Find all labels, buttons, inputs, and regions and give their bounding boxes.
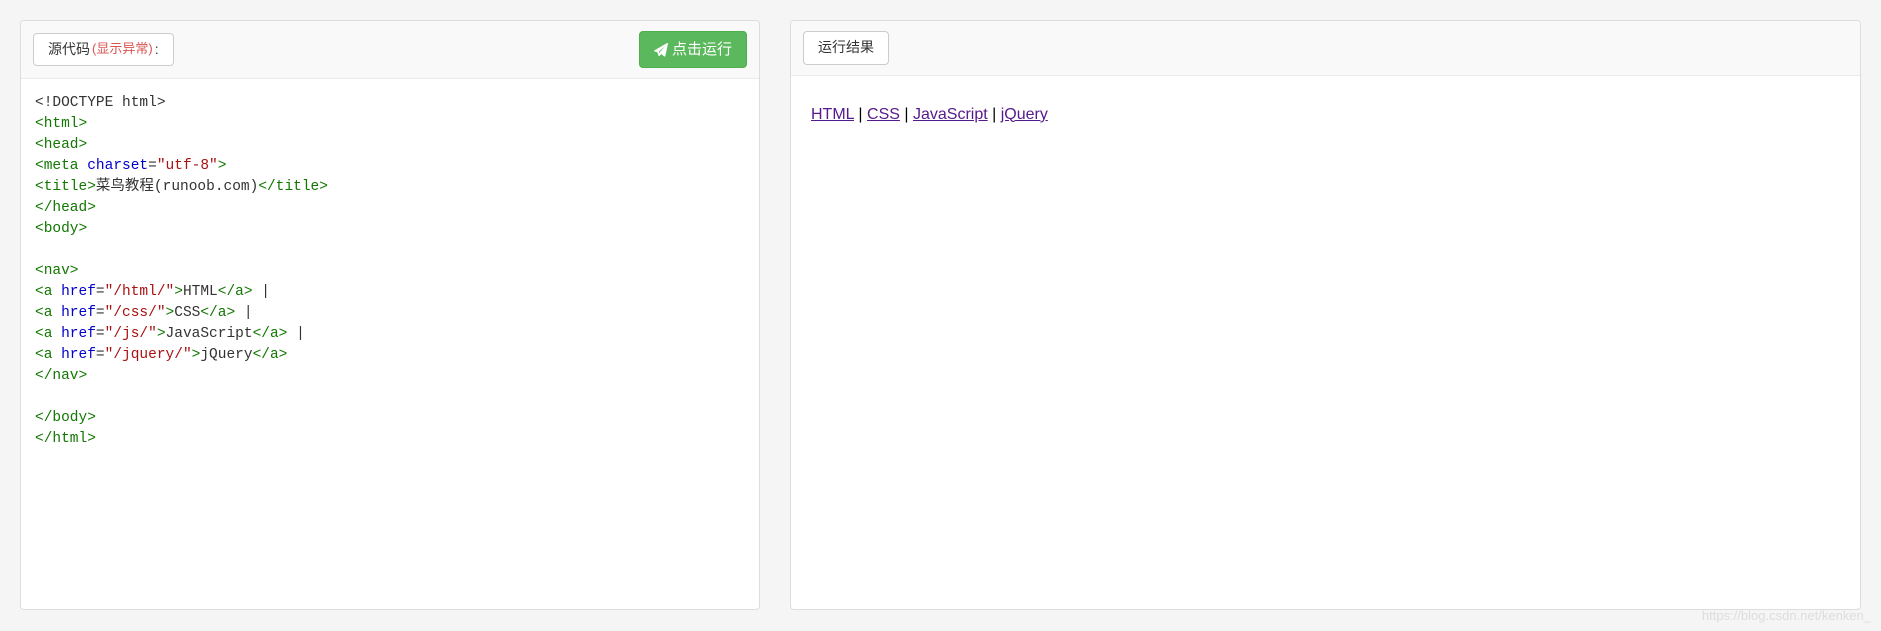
watermark: https://blog.csdn.net/kenken_: [1702, 608, 1871, 623]
source-label-prefix: 源代码: [48, 40, 90, 60]
code-line: </body>: [35, 408, 745, 429]
nav-link-jquery[interactable]: jQuery: [1001, 106, 1048, 123]
source-label-toggle: (显示异常): [92, 40, 153, 58]
code-line: [35, 387, 745, 408]
result-label: 运行结果: [818, 38, 874, 58]
code-line: </nav>: [35, 366, 745, 387]
run-button[interactable]: 点击运行: [639, 31, 747, 68]
result-output: HTML | CSS | JavaScript | jQuery: [791, 76, 1860, 154]
code-line: <body>: [35, 219, 745, 240]
source-panel-header: 源代码 (显示异常): 点击运行: [21, 21, 759, 79]
paper-plane-icon: [654, 43, 668, 57]
code-line: <meta charset="utf-8">: [35, 156, 745, 177]
code-line: [35, 240, 745, 261]
code-line: </html>: [35, 429, 745, 450]
code-editor[interactable]: <!DOCTYPE html><html><head><meta charset…: [21, 79, 759, 464]
code-line: <title>菜鸟教程(runoob.com)</title>: [35, 177, 745, 198]
nav-separator: |: [854, 106, 867, 123]
nav-separator: |: [900, 106, 913, 123]
code-line: <a href="/html/">HTML</a> |: [35, 282, 745, 303]
nav-link-html[interactable]: HTML: [811, 106, 854, 123]
code-line: <head>: [35, 135, 745, 156]
source-label-button[interactable]: 源代码 (显示异常):: [33, 33, 174, 67]
code-line: <nav>: [35, 261, 745, 282]
code-line: <html>: [35, 114, 745, 135]
nav-separator: |: [988, 106, 1001, 123]
run-button-label: 点击运行: [672, 39, 732, 60]
source-label-colon: :: [155, 40, 159, 60]
code-line: <a href="/jquery/">jQuery</a>: [35, 345, 745, 366]
nav-link-javascript[interactable]: JavaScript: [913, 106, 988, 123]
code-line: </head>: [35, 198, 745, 219]
result-nav: HTML | CSS | JavaScript | jQuery: [811, 106, 1840, 124]
result-panel-header: 运行结果: [791, 21, 1860, 76]
source-panel: 源代码 (显示异常): 点击运行 <!DOCTYPE html><html><h…: [20, 20, 760, 610]
result-label-button[interactable]: 运行结果: [803, 31, 889, 65]
nav-link-css[interactable]: CSS: [867, 106, 900, 123]
code-line: <a href="/css/">CSS</a> |: [35, 303, 745, 324]
code-line: <!DOCTYPE html>: [35, 93, 745, 114]
result-panel: 运行结果 HTML | CSS | JavaScript | jQuery: [790, 20, 1861, 610]
code-line: <a href="/js/">JavaScript</a> |: [35, 324, 745, 345]
